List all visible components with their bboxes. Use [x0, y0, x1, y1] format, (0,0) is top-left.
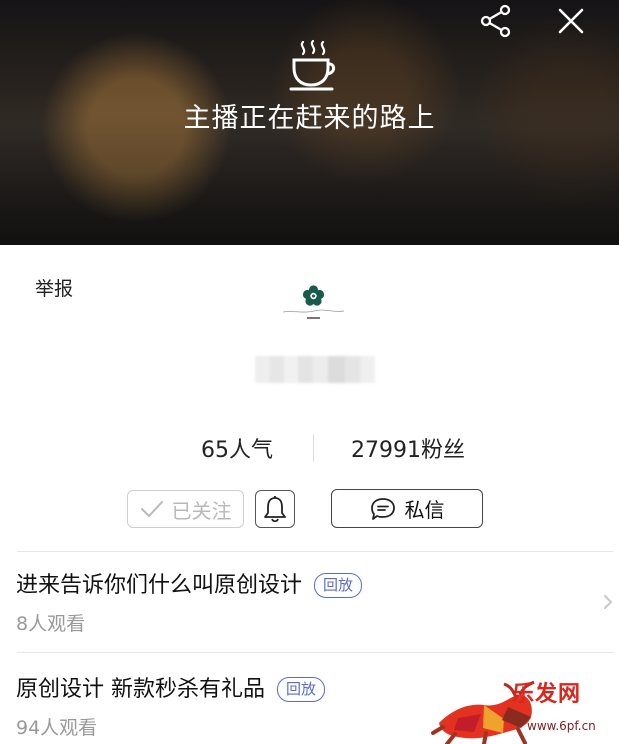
share-button[interactable]: [475, 0, 517, 42]
steaming-cup-icon: [289, 39, 336, 91]
video-title: 进来告诉你们什么叫原创设计: [16, 573, 303, 598]
replay-video-item[interactable]: 进来告诉你们什么叫原创设计 回放 8人观看: [0, 567, 619, 659]
live-cover-header: 主播正在赶来的路上: [0, 0, 619, 245]
watermark-site-name: 乐发网: [512, 681, 582, 707]
chat-bubble-icon: [370, 497, 395, 520]
followed-label: 已关注: [171, 498, 232, 523]
avatar: [282, 285, 345, 319]
message-label: 私信: [404, 498, 445, 522]
video-title-row: 原创设计 新款秒杀有礼品 回放: [16, 671, 326, 703]
section-divider: [17, 551, 614, 552]
view-count: 94人观看: [16, 717, 98, 739]
live-room-profile-screen: 主播正在赶来的路上 举报 65人气 27991粉丝 已关注 私信 进来告诉你们什…: [0, 0, 619, 744]
check-icon: [140, 501, 163, 517]
fans-count: 27991粉丝: [351, 438, 465, 463]
popularity-count: 65人气: [201, 438, 273, 463]
video-title: 原创设计 新款秒杀有礼品: [16, 677, 265, 702]
profile-stats: 65人气 27991粉丝: [0, 432, 619, 468]
notification-bell-button[interactable]: [255, 490, 295, 528]
replay-badge: 回放: [314, 573, 363, 598]
close-icon: [558, 8, 584, 34]
close-button[interactable]: [550, 0, 592, 42]
live-status-text: 主播正在赶来的路上: [183, 103, 436, 134]
view-count: 8人观看: [16, 613, 86, 635]
share-icon: [480, 4, 511, 38]
section-divider: [17, 652, 614, 653]
bell-icon: [264, 496, 286, 523]
blurred-username: [255, 356, 375, 383]
followed-button[interactable]: 已关注: [127, 490, 244, 528]
stats-divider: [313, 434, 314, 462]
replay-badge: 回放: [277, 677, 326, 702]
video-title-row: 进来告诉你们什么叫原创设计 回放: [16, 567, 363, 599]
chevron-right-icon: [604, 595, 612, 609]
report-button[interactable]: 举报: [35, 274, 73, 301]
private-message-button[interactable]: 私信: [331, 489, 483, 528]
watermark-url: www.6pf.cn: [527, 719, 596, 733]
floral-logo-icon: [302, 285, 325, 306]
